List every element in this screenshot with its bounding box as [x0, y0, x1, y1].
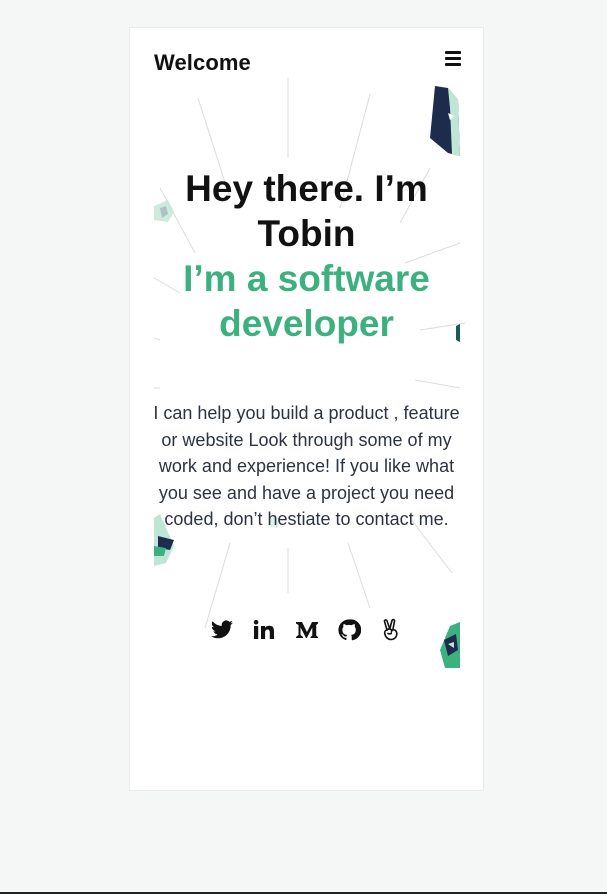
- hero-subheadline: I’m a software developer: [183, 258, 430, 344]
- hero-headline: Hey there. I’m Tobin: [185, 168, 428, 254]
- hero-bio: I can help you build a product , feature…: [153, 403, 460, 529]
- linkedin-icon[interactable]: [252, 618, 276, 642]
- medium-icon[interactable]: [295, 618, 319, 642]
- page-card: Welcome Hey there. I’m Tobin I’m a softw…: [130, 28, 483, 790]
- site-header: Welcome: [154, 50, 461, 80]
- github-icon[interactable]: [337, 618, 361, 642]
- twitter-icon[interactable]: [210, 618, 234, 642]
- hamburger-menu-icon[interactable]: [445, 51, 461, 67]
- decor-gem-top-right: [430, 86, 460, 156]
- brand-title[interactable]: Welcome: [154, 50, 251, 76]
- social-links: [130, 618, 483, 642]
- sunburst-lines: [153, 78, 466, 629]
- peace-hand-icon[interactable]: [379, 618, 403, 642]
